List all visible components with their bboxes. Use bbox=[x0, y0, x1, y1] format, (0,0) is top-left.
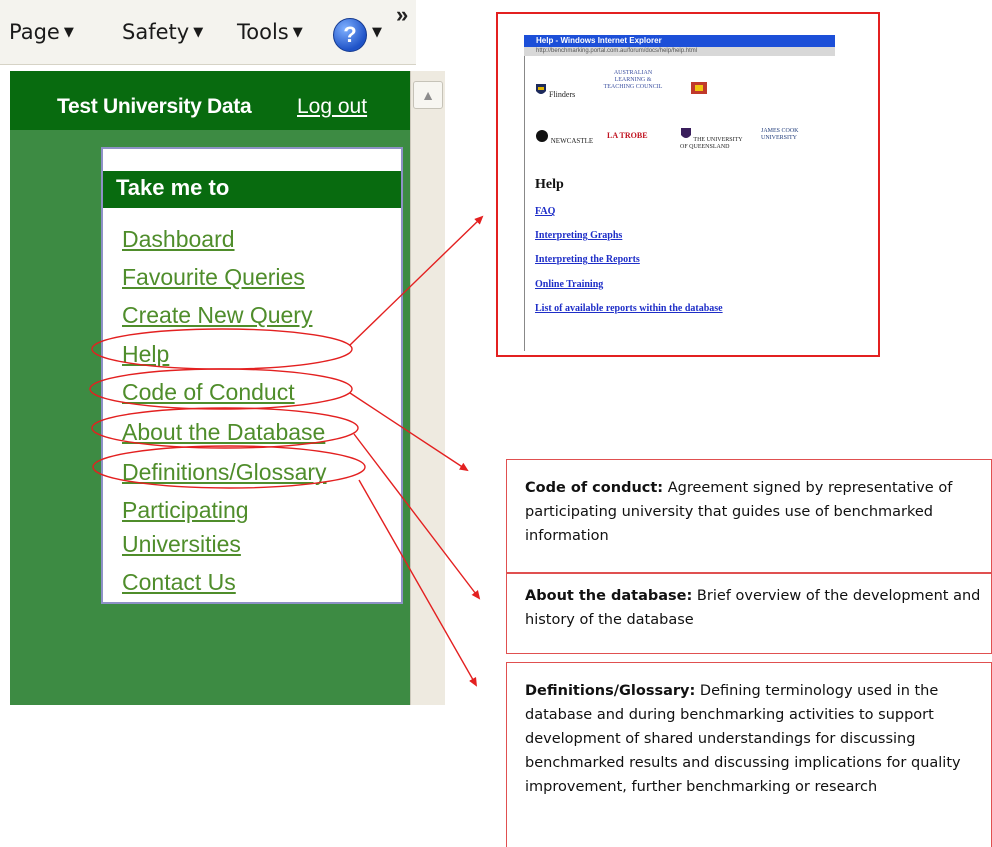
definitions-arrow bbox=[358, 479, 477, 687]
about-database-arrow bbox=[353, 433, 481, 600]
help-highlight-ellipse bbox=[91, 328, 353, 370]
code-of-conduct-arrow bbox=[349, 392, 469, 472]
code-of-conduct-highlight-ellipse bbox=[89, 368, 353, 410]
definitions-highlight-ellipse bbox=[92, 445, 366, 489]
annotation-overlay bbox=[89, 215, 484, 687]
help-arrow bbox=[349, 215, 484, 346]
about-database-highlight-ellipse bbox=[91, 407, 359, 449]
